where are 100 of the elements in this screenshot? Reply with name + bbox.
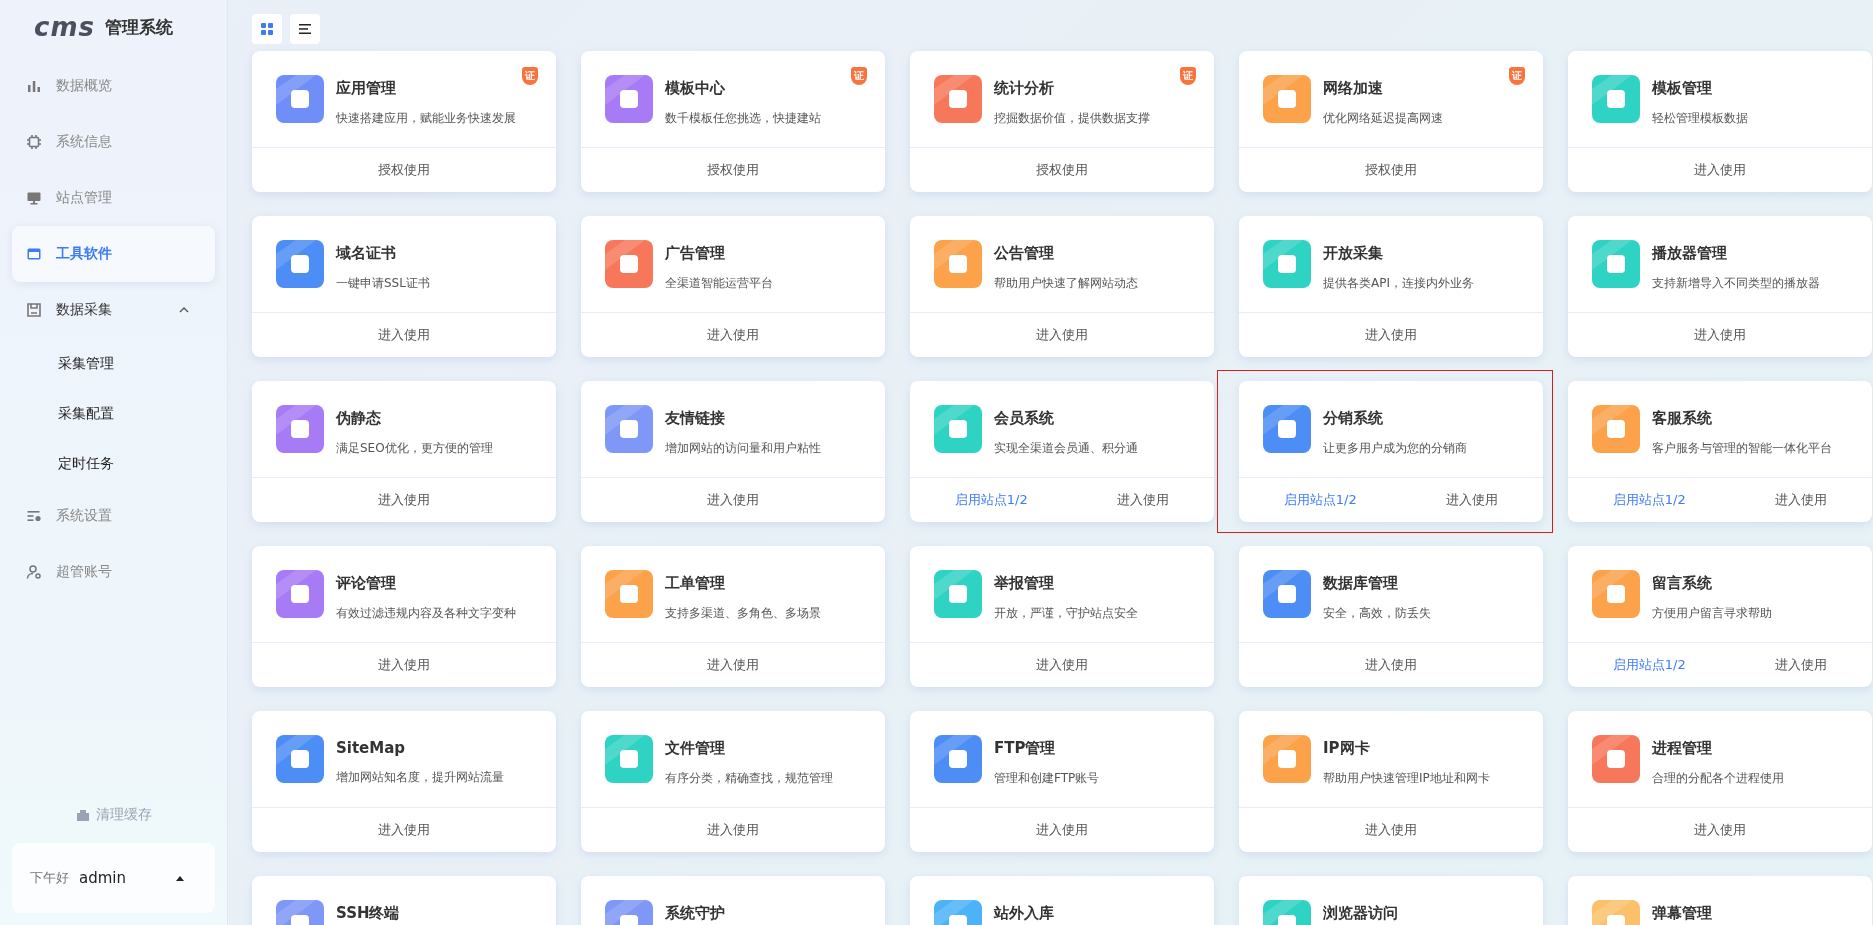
use-button[interactable]: 进入使用	[1775, 491, 1828, 509]
app-description: 客户服务与管理的智能一体化平台	[1652, 440, 1832, 457]
app-description: 管理和创建FTP账号	[994, 770, 1100, 787]
app-title: 模板管理	[1652, 79, 1713, 98]
app-title: 数据库管理	[1323, 574, 1399, 593]
use-button[interactable]: 进入使用	[707, 326, 759, 344]
chip-icon	[26, 134, 42, 150]
window-icon	[26, 246, 42, 262]
chevron-up-icon	[179, 305, 189, 315]
bar-chart-icon	[26, 78, 42, 94]
sidebar-item[interactable]: 工具软件	[12, 226, 215, 282]
use-button[interactable]: 进入使用	[707, 656, 759, 674]
grid-icon	[260, 22, 274, 36]
settings-icon	[26, 508, 42, 524]
app-description: 挖掘数据价值，提供数据支撑	[994, 110, 1150, 127]
toolbox-icon	[75, 808, 90, 822]
use-button[interactable]: 进入使用	[1365, 821, 1417, 839]
app-title: 统计分析	[994, 79, 1055, 98]
app-title: 工单管理	[665, 574, 726, 593]
app-title: 应用管理	[336, 79, 397, 98]
app-title: FTP管理	[994, 739, 1057, 758]
caret-icon	[175, 875, 185, 881]
app-description: 支持新增导入不同类型的播放器	[1652, 275, 1820, 292]
use-button[interactable]: 进入使用	[1446, 491, 1499, 509]
logo-mark: cms	[34, 12, 95, 42]
app-description: 支持多渠道、多角色、多场景	[665, 605, 821, 622]
save-icon	[26, 302, 42, 318]
app-description: 实现全渠道会员通、积分通	[994, 440, 1138, 457]
user-menu[interactable]: 下午好 admin	[12, 843, 215, 913]
certificate-badge: 证	[851, 67, 867, 85]
app-title: 网络加速	[1323, 79, 1384, 98]
app-title: IP网卡	[1323, 739, 1371, 758]
use-button[interactable]: 进入使用	[1365, 656, 1417, 674]
app-title: 会员系统	[994, 409, 1055, 428]
app-description: 满足SEO优化，更方便的管理	[336, 440, 493, 457]
use-button[interactable]: 进入使用	[1036, 656, 1088, 674]
use-button[interactable]: 授权使用	[1365, 161, 1417, 179]
app-title: 进程管理	[1652, 739, 1713, 758]
app-description: 安全，高效，防丢失	[1323, 605, 1431, 622]
app-description: 全渠道智能运营平台	[665, 275, 773, 292]
app-title: 分销系统	[1323, 409, 1384, 428]
app-title: 播放器管理	[1652, 244, 1728, 263]
app-title: 公告管理	[994, 244, 1055, 263]
sidebar-subitem[interactable]: 定时任务	[12, 438, 215, 488]
use-button[interactable]: 进入使用	[707, 821, 759, 839]
enable-site-link[interactable]: 启用站点1/2	[1283, 491, 1357, 509]
use-button[interactable]: 进入使用	[707, 491, 759, 509]
app-description: 优化网络延迟提高网速	[1323, 110, 1443, 127]
use-button[interactable]: 进入使用	[1036, 821, 1088, 839]
use-button[interactable]: 进入使用	[378, 326, 430, 344]
app-description: 增加网站的访问量和用户粘性	[665, 440, 821, 457]
app-title: 文件管理	[665, 739, 726, 758]
grid-view-button[interactable]	[252, 14, 282, 44]
use-button[interactable]: 进入使用	[1117, 491, 1170, 509]
use-button[interactable]: 进入使用	[1036, 326, 1088, 344]
use-button[interactable]: 进入使用	[378, 821, 430, 839]
app-title: 弹幕管理	[1652, 904, 1712, 923]
use-button[interactable]: 进入使用	[1694, 161, 1746, 179]
app-description: 开放，严谨，守护站点安全	[994, 605, 1138, 622]
sidebar-item[interactable]: 数据采集	[12, 282, 215, 338]
app-title: 域名证书	[336, 244, 397, 263]
list-view-button[interactable]	[290, 14, 320, 44]
app-description: 快速搭建应用，赋能业务快速发展	[336, 110, 516, 127]
enable-site-link[interactable]: 启用站点1/2	[1612, 491, 1686, 509]
app-description: 让更多用户成为您的分销商	[1323, 440, 1467, 457]
app-title: 浏览器访问	[1323, 904, 1398, 923]
app-title: 友情链接	[665, 409, 726, 428]
app-description: 提供各类API，连接内外业务	[1323, 275, 1474, 292]
use-button[interactable]: 进入使用	[378, 491, 430, 509]
app-title: 系统守护	[665, 904, 725, 923]
app-description: 有效过滤违规内容及各种文字变种	[336, 605, 516, 622]
logo-title: 管理系统	[105, 15, 173, 39]
monitor-icon	[26, 190, 42, 206]
use-button[interactable]: 进入使用	[1775, 656, 1828, 674]
certificate-badge: 证	[522, 67, 538, 85]
use-button[interactable]: 进入使用	[1694, 821, 1746, 839]
use-button[interactable]: 授权使用	[707, 161, 759, 179]
use-button[interactable]: 进入使用	[1694, 326, 1746, 344]
certificate-badge: 证	[1509, 67, 1525, 85]
certificate-badge: 证	[1180, 67, 1196, 85]
app-description: 一键申请SSL证书	[336, 275, 430, 292]
app-title: 开放采集	[1323, 244, 1384, 263]
enable-site-link[interactable]: 启用站点1/2	[954, 491, 1028, 509]
app-title: SiteMap	[336, 739, 407, 757]
app-title: 站外入库	[994, 904, 1054, 923]
enable-site-link[interactable]: 启用站点1/2	[1612, 656, 1686, 674]
use-button[interactable]: 进入使用	[1365, 326, 1417, 344]
sidebar-subitem[interactable]: 采集配置	[12, 388, 215, 438]
sidebar-subitem[interactable]: 采集管理	[12, 338, 215, 388]
app-description: 数千模板任您挑选，快捷建站	[665, 110, 821, 127]
use-button[interactable]: 授权使用	[1036, 161, 1088, 179]
use-button[interactable]: 进入使用	[378, 656, 430, 674]
app-description: 帮助用户快速了解网站动态	[994, 275, 1138, 292]
app-title: 举报管理	[994, 574, 1055, 593]
use-button[interactable]: 授权使用	[378, 161, 430, 179]
app-title: 广告管理	[665, 244, 726, 263]
app-description: 方便用户留言寻求帮助	[1652, 605, 1772, 622]
app-title: 评论管理	[336, 574, 397, 593]
app-title: SSH终端	[336, 904, 400, 923]
app-title: 留言系统	[1652, 574, 1713, 593]
